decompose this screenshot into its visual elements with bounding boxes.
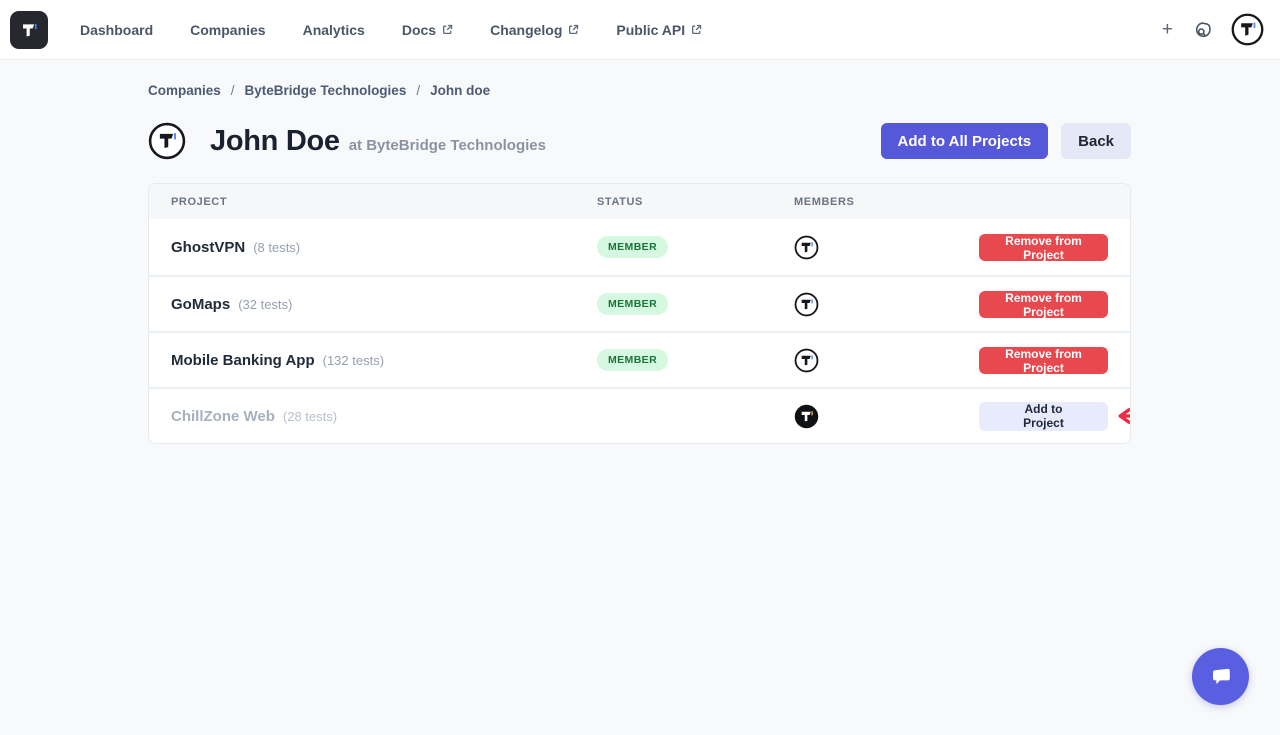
project-name: Mobile Banking App	[171, 352, 315, 369]
project-cell: ChillZone Web (28 tests)	[171, 408, 597, 425]
column-members: MEMBERS	[794, 196, 979, 208]
nav-docs[interactable]: Docs	[402, 22, 453, 38]
nav-docs-label: Docs	[402, 22, 436, 38]
chat-widget-button[interactable]	[1192, 648, 1249, 705]
chat-bubble-icon	[1206, 662, 1236, 692]
status-cell: MEMBER	[597, 349, 794, 371]
nav-dashboard[interactable]: Dashboard	[80, 22, 153, 38]
add-to-project-button[interactable]: Add to Project	[979, 402, 1108, 431]
members-cell	[794, 404, 979, 429]
project-test-count: (32 tests)	[238, 297, 292, 312]
project-name: GoMaps	[171, 296, 230, 313]
status-cell: MEMBER	[597, 293, 794, 315]
status-cell: MEMBER	[597, 236, 794, 258]
member-avatar	[794, 292, 819, 317]
status-badge: MEMBER	[597, 293, 668, 315]
project-test-count: (8 tests)	[253, 240, 300, 255]
external-link-icon	[568, 24, 579, 35]
project-cell: Mobile Banking App (132 tests)	[171, 352, 597, 369]
nav-changelog-label: Changelog	[490, 22, 562, 38]
add-to-all-projects-button[interactable]: Add to All Projects	[881, 123, 1049, 159]
member-avatar	[794, 235, 819, 260]
status-badge: MEMBER	[597, 236, 668, 258]
project-test-count: (132 tests)	[323, 353, 384, 368]
person-avatar	[148, 122, 186, 160]
user-avatar[interactable]	[1231, 13, 1264, 46]
page: Dashboard Companies Analytics Docs Chang…	[0, 0, 1280, 735]
table-header-row: PROJECT STATUS MEMBERS	[149, 184, 1130, 219]
table-row: ChillZone Web (28 tests) Add to Project	[149, 387, 1130, 443]
app-logo-icon	[17, 18, 41, 42]
header-actions: Add to All Projects Back	[881, 123, 1131, 159]
page-header: John Doe at ByteBridge Technologies Add …	[148, 118, 1131, 164]
nav-analytics[interactable]: Analytics	[303, 22, 365, 38]
annotation-left-arrow-icon	[1114, 407, 1131, 425]
members-cell	[794, 235, 979, 260]
project-name: GhostVPN	[171, 239, 245, 256]
project-name: ChillZone Web	[171, 408, 275, 425]
action-cell: Remove from Project	[979, 291, 1108, 318]
page-subtitle: at ByteBridge Technologies	[349, 137, 546, 154]
app-logo[interactable]	[10, 11, 48, 49]
table-row: GhostVPN (8 tests) MEMBER Remove from Pr…	[149, 219, 1130, 275]
column-project: PROJECT	[171, 196, 597, 208]
back-button[interactable]: Back	[1061, 123, 1131, 159]
action-cell: Add to Project	[979, 402, 1108, 431]
members-cell	[794, 348, 979, 373]
breadcrumb-separator: /	[231, 83, 235, 98]
page-title: John Doe	[210, 125, 340, 158]
nav-dashboard-label: Dashboard	[80, 22, 153, 38]
nav-companies[interactable]: Companies	[190, 22, 265, 38]
column-status: STATUS	[597, 196, 794, 208]
table-row: GoMaps (32 tests) MEMBER Remove from Pro…	[149, 275, 1130, 331]
external-link-icon	[442, 24, 453, 35]
plus-icon[interactable]: +	[1162, 20, 1173, 39]
nav-public-api-label: Public API	[616, 22, 685, 38]
member-avatar-dark	[794, 404, 819, 429]
topbar-actions: +	[1162, 13, 1280, 46]
main-nav: Dashboard Companies Analytics Docs Chang…	[80, 22, 702, 38]
nav-public-api[interactable]: Public API	[616, 22, 702, 38]
project-cell: GhostVPN (8 tests)	[171, 239, 597, 256]
status-badge: MEMBER	[597, 349, 668, 371]
search-bubble-icon[interactable]	[1192, 20, 1212, 40]
action-cell: Remove from Project	[979, 234, 1108, 261]
remove-from-project-button[interactable]: Remove from Project	[979, 291, 1108, 318]
member-avatar	[794, 348, 819, 373]
members-cell	[794, 292, 979, 317]
remove-from-project-button[interactable]: Remove from Project	[979, 234, 1108, 261]
top-navigation-bar: Dashboard Companies Analytics Docs Chang…	[0, 0, 1280, 60]
nav-companies-label: Companies	[190, 22, 265, 38]
nav-analytics-label: Analytics	[303, 22, 365, 38]
remove-from-project-button[interactable]: Remove from Project	[979, 347, 1108, 374]
breadcrumb: Companies / ByteBridge Technologies / Jo…	[148, 83, 490, 98]
table-row: Mobile Banking App (132 tests) MEMBER Re…	[149, 331, 1130, 387]
breadcrumb-current: John doe	[430, 83, 490, 98]
breadcrumb-company[interactable]: ByteBridge Technologies	[245, 83, 407, 98]
project-cell: GoMaps (32 tests)	[171, 296, 597, 313]
project-test-count: (28 tests)	[283, 409, 337, 424]
action-cell: Remove from Project	[979, 347, 1108, 374]
projects-table: PROJECT STATUS MEMBERS GhostVPN (8 tests…	[148, 183, 1131, 444]
nav-changelog[interactable]: Changelog	[490, 22, 579, 38]
breadcrumb-companies[interactable]: Companies	[148, 83, 221, 98]
external-link-icon	[691, 24, 702, 35]
breadcrumb-separator: /	[416, 83, 420, 98]
